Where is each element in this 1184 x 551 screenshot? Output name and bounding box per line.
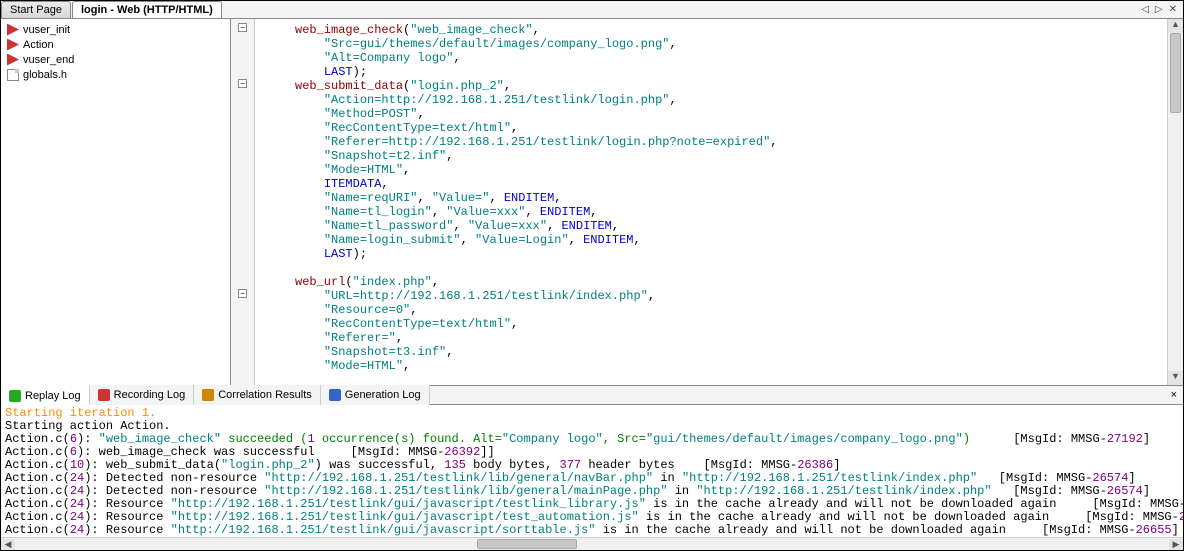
replay-log-output[interactable]: Starting iteration 1. Starting action Ac… — [1, 405, 1183, 537]
tree-item-vuser-init[interactable]: vuser_init — [5, 22, 226, 37]
scroll-left-icon[interactable]: ◀ — [1, 539, 15, 550]
generation-log-icon — [329, 389, 341, 401]
tab-label: Correlation Results — [218, 389, 312, 401]
tree-item-action[interactable]: Action — [5, 37, 226, 52]
document-tabs: Start Page login - Web (HTTP/HTML) ◁ ▷ ✕ — [1, 1, 1183, 19]
fold-icon[interactable]: − — [238, 289, 247, 298]
tab-label: Replay Log — [25, 390, 81, 402]
tree-item-label: Action — [23, 39, 54, 51]
action-icon — [7, 54, 19, 66]
scroll-up-icon[interactable]: ▲ — [1168, 19, 1183, 33]
tree-item-vuser-end[interactable]: vuser_end — [5, 52, 226, 67]
scroll-right-icon[interactable]: ▶ — [1169, 539, 1183, 550]
tab-label: Generation Log — [345, 389, 421, 401]
tab-generation-log[interactable]: Generation Log — [321, 385, 430, 405]
replay-log-icon — [9, 390, 21, 402]
tab-replay-log[interactable]: Replay Log — [1, 385, 90, 405]
action-icon — [7, 24, 19, 36]
log-horizontal-scrollbar[interactable]: ◀ ▶ — [1, 537, 1183, 550]
tab-recording-log[interactable]: Recording Log — [90, 385, 195, 405]
editor-vertical-scrollbar[interactable]: ▲ ▼ — [1167, 19, 1183, 385]
script-tree[interactable]: vuser_init Action vuser_end globals.h — [1, 19, 231, 385]
tree-item-label: globals.h — [23, 69, 67, 81]
fold-icon[interactable]: − — [238, 23, 247, 32]
tab-label: Recording Log — [114, 389, 186, 401]
tab-close-icon[interactable]: ✕ — [1169, 4, 1177, 15]
tree-item-label: vuser_end — [23, 54, 74, 66]
scroll-thumb[interactable] — [477, 539, 577, 549]
tab-login-web[interactable]: login - Web (HTTP/HTML) — [72, 1, 222, 18]
file-icon — [7, 69, 19, 81]
tab-nav-prev-icon[interactable]: ◁ — [1141, 4, 1149, 15]
tree-item-globals[interactable]: globals.h — [5, 67, 226, 82]
code-editor[interactable]: web_image_check("web_image_check", "Src=… — [255, 19, 1167, 385]
fold-icon[interactable]: − — [238, 79, 247, 88]
recording-log-icon — [98, 389, 110, 401]
panel-close-icon[interactable]: × — [1165, 389, 1183, 401]
tab-correlation-results[interactable]: Correlation Results — [194, 385, 321, 405]
scroll-thumb[interactable] — [1170, 33, 1181, 113]
editor-gutter: − − − — [231, 19, 255, 385]
output-tabs: Replay Log Recording Log Correlation Res… — [1, 385, 1183, 405]
scroll-down-icon[interactable]: ▼ — [1168, 371, 1183, 385]
tree-item-label: vuser_init — [23, 24, 70, 36]
action-icon — [7, 39, 19, 51]
tab-nav-next-icon[interactable]: ▷ — [1155, 4, 1163, 15]
correlation-icon — [202, 389, 214, 401]
tab-start-page[interactable]: Start Page — [1, 1, 71, 18]
